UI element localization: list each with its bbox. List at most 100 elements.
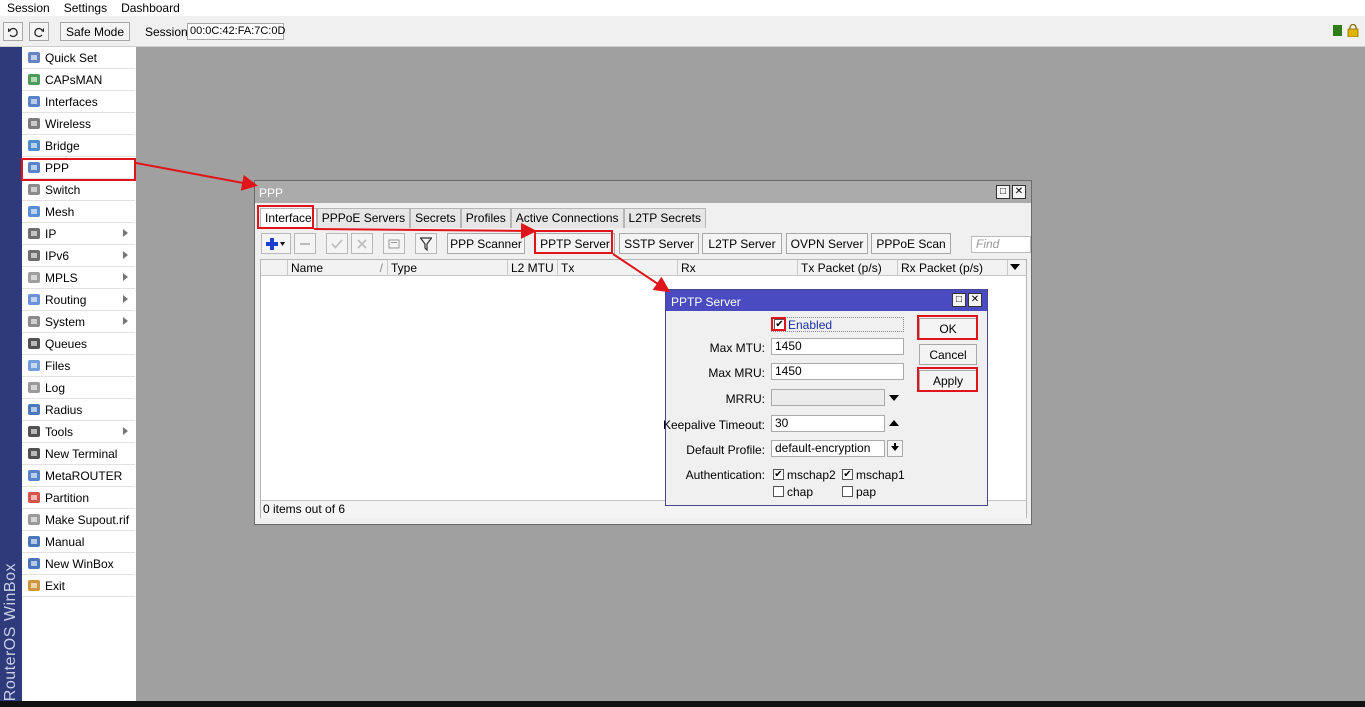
- pptp-title-bar[interactable]: PPTP Server □ ✕: [666, 290, 987, 311]
- sidebar-item-new-terminal[interactable]: New Terminal: [22, 443, 135, 465]
- auth-mschap2-label: mschap2: [787, 468, 836, 482]
- sidebar-item-label: IPv6: [45, 248, 70, 263]
- sidebar-item-tools[interactable]: Tools: [22, 421, 135, 443]
- mrru-input[interactable]: [771, 389, 885, 406]
- undo-button[interactable]: [3, 22, 23, 41]
- ovpn-server-button[interactable]: OVPN Server: [786, 233, 868, 254]
- sidebar-item-ip[interactable]: IP: [22, 223, 135, 245]
- close-icon: ✕: [970, 294, 980, 305]
- safe-mode-button[interactable]: Safe Mode: [60, 22, 130, 41]
- tab-active-connections[interactable]: Active Connections: [510, 208, 624, 228]
- ppp-scanner-button[interactable]: PPP Scanner: [447, 233, 525, 254]
- tab-interface[interactable]: Interface: [260, 208, 317, 228]
- profile-dropdown-button[interactable]: [887, 440, 903, 457]
- pptp-close-button[interactable]: ✕: [968, 293, 982, 307]
- sidebar-item-label: Routing: [45, 292, 87, 307]
- tab-l2tp-secrets[interactable]: L2TP Secrets: [623, 208, 706, 228]
- comment-button[interactable]: [383, 233, 405, 254]
- main-toolbar: Safe Mode Session: 00:0C:42:FA:7C:0D: [0, 16, 1365, 47]
- log-icon: [26, 381, 41, 395]
- auth-mschap1-checkbox[interactable]: ✔: [842, 469, 853, 480]
- ppp-title-bar[interactable]: PPP □ ✕: [255, 181, 1031, 203]
- cancel-button[interactable]: Cancel: [919, 344, 977, 365]
- pptp-maximize-button[interactable]: □: [952, 293, 966, 307]
- menu-session[interactable]: Session: [0, 1, 57, 15]
- auth-mschap2-checkbox[interactable]: ✔: [773, 469, 784, 480]
- sidebar-item-quick-set[interactable]: Quick Set: [22, 47, 135, 69]
- sidebar-item-ppp[interactable]: PPP: [22, 157, 135, 179]
- mrru-dropdown-icon[interactable]: [889, 395, 899, 401]
- submenu-arrow-icon: [123, 427, 128, 435]
- menu-dashboard[interactable]: Dashboard: [114, 1, 187, 15]
- sidebar-item-mesh[interactable]: Mesh: [22, 201, 135, 223]
- authentication-label: Authentication:: [685, 468, 765, 482]
- sidebar-item-metarouter[interactable]: MetaROUTER: [22, 465, 135, 487]
- sidebar-item-switch[interactable]: Switch: [22, 179, 135, 201]
- auth-pap-checkbox[interactable]: [842, 486, 853, 497]
- ppp-close-button[interactable]: ✕: [1012, 185, 1026, 199]
- pptp-server-dialog: PPTP Server □ ✕ ✔ Enabled Max MTU: 1450 …: [663, 289, 988, 506]
- enabled-label: Enabled: [788, 318, 833, 332]
- l2tp-server-button[interactable]: L2TP Server: [702, 233, 782, 254]
- pptp-server-button[interactable]: PPTP Server: [535, 233, 615, 254]
- sidebar-item-system[interactable]: System: [22, 311, 135, 333]
- checkmark-icon: ✔: [775, 319, 784, 330]
- sidebar-item-radius[interactable]: Radius: [22, 399, 135, 421]
- sidebar-item-interfaces[interactable]: Interfaces: [22, 91, 135, 113]
- sidebar-item-manual[interactable]: Manual: [22, 531, 135, 553]
- remove-button[interactable]: [294, 233, 316, 254]
- keepalive-input[interactable]: 30: [771, 415, 885, 432]
- bridge-icon: [26, 139, 41, 153]
- find-input[interactable]: Find: [971, 236, 1031, 253]
- sidebar-item-exit[interactable]: Exit: [22, 575, 135, 597]
- sidebar-item-label: System: [45, 314, 86, 329]
- supout-icon: [26, 513, 41, 527]
- pppoe-scan-button[interactable]: PPPoE Scan: [871, 233, 951, 254]
- sidebar-item-log[interactable]: Log: [22, 377, 135, 399]
- tab-pppoe-servers[interactable]: PPPoE Servers: [316, 208, 411, 228]
- table-col-tx[interactable]: Tx: [558, 260, 678, 276]
- ip-icon: [26, 227, 41, 241]
- keepalive-collapse-icon[interactable]: [889, 420, 899, 426]
- tab-secrets[interactable]: Secrets: [410, 208, 461, 228]
- sidebar-item-routing[interactable]: Routing: [22, 289, 135, 311]
- ok-button[interactable]: OK: [919, 318, 977, 339]
- table-col-rx-packet[interactable]: Rx Packet (p/s): [898, 260, 1008, 276]
- sidebar-item-mpls[interactable]: MPLS: [22, 267, 135, 289]
- table-col-rx[interactable]: Rx: [678, 260, 798, 276]
- redo-button[interactable]: [29, 22, 49, 41]
- tab-profiles[interactable]: Profiles: [460, 208, 511, 228]
- ppp-tabs: Interface PPPoE Servers Secrets Profiles Act…: [260, 208, 706, 228]
- table-col-l2mtu[interactable]: L2 MTU: [508, 260, 558, 276]
- sidebar-item-new-winbox[interactable]: New WinBox: [22, 553, 135, 575]
- sidebar-item-queues[interactable]: Queues: [22, 333, 135, 355]
- sidebar-item-partition[interactable]: Partition: [22, 487, 135, 509]
- default-profile-select[interactable]: default-encryption: [771, 440, 885, 457]
- sidebar-item-ipv6[interactable]: IPv6: [22, 245, 135, 267]
- sidebar-item-wireless[interactable]: Wireless: [22, 113, 135, 135]
- table-col-name[interactable]: Name /: [288, 260, 388, 276]
- auth-chap-checkbox[interactable]: [773, 486, 784, 497]
- sidebar-item-capsman[interactable]: CAPsMAN: [22, 69, 135, 91]
- table-col-type[interactable]: Type: [388, 260, 508, 276]
- metarouter-icon: [26, 469, 41, 483]
- sstp-server-button[interactable]: SSTP Server: [619, 233, 699, 254]
- sidebar-item-bridge[interactable]: Bridge: [22, 135, 135, 157]
- enabled-checkbox[interactable]: ✔: [774, 319, 785, 330]
- table-col-tx-packet[interactable]: Tx Packet (p/s): [798, 260, 898, 276]
- close-icon: ✕: [1014, 186, 1024, 197]
- sidebar-item-make-supout-rif[interactable]: Make Supout.rif: [22, 509, 135, 531]
- col-name-label: Name: [291, 261, 324, 275]
- disable-button[interactable]: [351, 233, 373, 254]
- column-menu-icon[interactable]: [1010, 264, 1020, 270]
- max-mtu-input[interactable]: 1450: [771, 338, 904, 355]
- sidebar-item-files[interactable]: Files: [22, 355, 135, 377]
- max-mru-input[interactable]: 1450: [771, 363, 904, 380]
- menu-settings[interactable]: Settings: [57, 1, 114, 15]
- filter-button[interactable]: [415, 233, 437, 254]
- enable-button[interactable]: [326, 233, 348, 254]
- apply-button[interactable]: Apply: [919, 370, 977, 391]
- sidebar-item-label: Partition: [45, 490, 90, 505]
- add-button[interactable]: [261, 233, 291, 254]
- ppp-maximize-button[interactable]: □: [996, 185, 1010, 199]
